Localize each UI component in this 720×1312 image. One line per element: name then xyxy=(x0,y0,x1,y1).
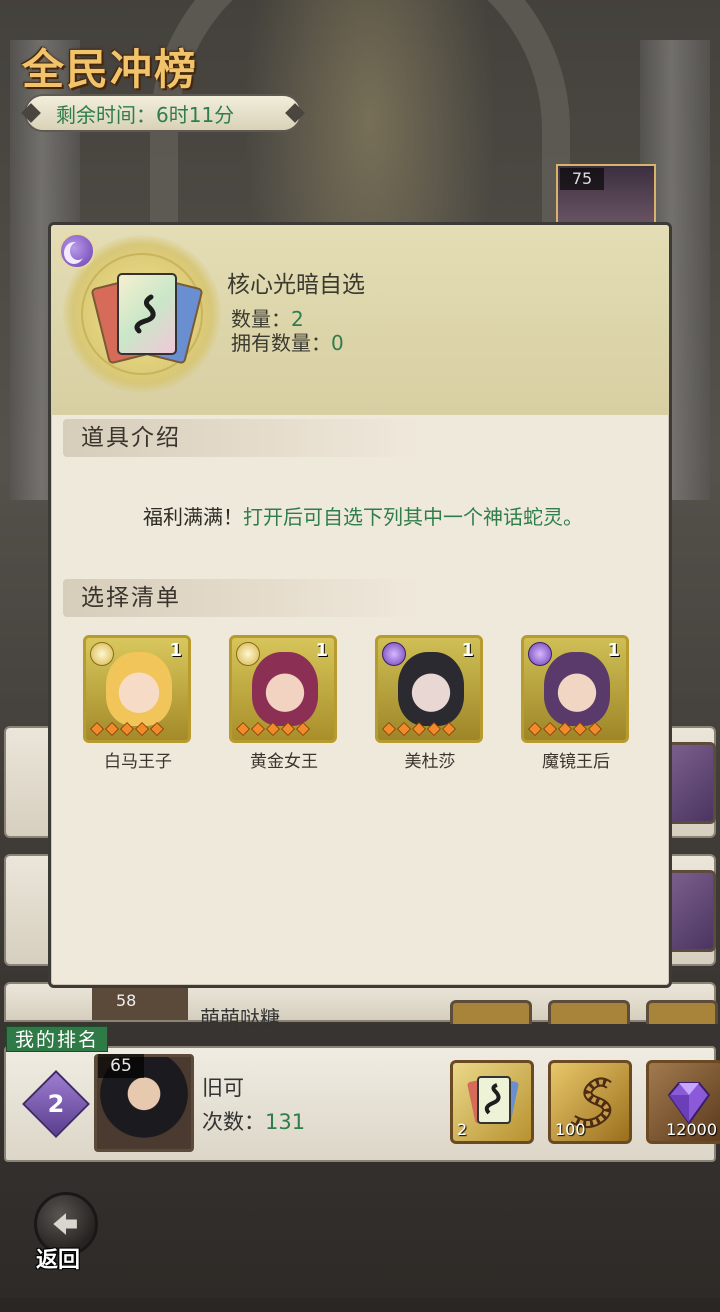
dark-element-icon xyxy=(382,642,406,666)
row-reward-tile xyxy=(548,1000,630,1024)
event-title: 全民冲榜 xyxy=(22,45,199,94)
dark-element-icon xyxy=(528,642,552,666)
choice-count: 1 xyxy=(315,640,328,661)
reward-amount: 100 xyxy=(555,1120,586,1139)
my-rank-row: 2 65 旧可 次数：131 2 100 12000 xyxy=(4,1046,720,1162)
event-timer: 剩余时间： 6时11分 xyxy=(21,94,305,132)
star-rating xyxy=(90,722,164,736)
owned-value: 0 xyxy=(331,331,344,355)
item-description: 福利满满！打开后可自选下列其中一个神话蛇灵。 xyxy=(51,501,669,530)
bottom-bar xyxy=(0,1298,720,1312)
choice-card[interactable]: 1 美杜莎 xyxy=(375,635,485,775)
my-rank-label: 我的排名 xyxy=(6,1026,109,1052)
section-item-intro: 道具介绍 xyxy=(63,419,423,457)
hero-portrait: 1 xyxy=(375,635,483,743)
hero-face xyxy=(544,652,610,726)
item-detail-popup[interactable]: 核心光暗自选 数量：2 拥有数量：0 道具介绍 福利满满！打开后可自选下列其中一… xyxy=(48,222,672,988)
section-choice-list: 选择清单 xyxy=(63,579,423,617)
rank-number: 2 xyxy=(47,1090,65,1118)
description-highlight: 打开后可自选下列其中一个神话蛇灵。 xyxy=(243,505,583,529)
choice-card[interactable]: 1 黄金女王 xyxy=(229,635,339,775)
choice-card[interactable]: 1 白马王子 xyxy=(83,635,193,775)
light-element-icon xyxy=(90,642,114,666)
hero-name: 魔镜王后 xyxy=(542,752,610,772)
choice-count: 1 xyxy=(169,640,182,661)
popup-header: 核心光暗自选 数量：2 拥有数量：0 xyxy=(51,225,669,415)
hero-face xyxy=(398,652,464,726)
reward-amount: 2 xyxy=(457,1120,468,1139)
snake-icon xyxy=(134,294,156,334)
hero-face xyxy=(252,652,318,726)
star-rating xyxy=(528,722,602,736)
player-level: 58 xyxy=(92,988,188,1020)
star-rating xyxy=(236,722,310,736)
hero-portrait: 1 xyxy=(521,635,629,743)
reward-snake-card[interactable]: 2 xyxy=(450,1060,534,1144)
reward-snake-coil[interactable]: 100 xyxy=(548,1060,632,1144)
count-label: 次数： xyxy=(202,1110,265,1134)
owned-label: 拥有数量： xyxy=(231,331,331,355)
hero-face xyxy=(106,652,172,726)
my-count: 次数：131 xyxy=(202,1106,305,1136)
hero-name: 美杜莎 xyxy=(404,752,456,772)
reward-diamond[interactable]: 12000 xyxy=(646,1060,720,1144)
reward-amount: 12000 xyxy=(666,1120,717,1139)
choice-card[interactable]: 1 魔镜王后 xyxy=(521,635,631,775)
my-player-name: 旧可 xyxy=(202,1076,244,1100)
hero-name: 白马王子 xyxy=(104,752,172,772)
featured-player-level: 75 xyxy=(560,168,604,190)
timer-value: 6时11分 xyxy=(156,102,235,127)
light-element-icon xyxy=(236,642,260,666)
snake-card-icon xyxy=(467,1076,519,1124)
choice-count: 1 xyxy=(461,640,474,661)
item-name: 核心光暗自选 xyxy=(227,272,365,298)
star-rating xyxy=(382,722,456,736)
row-reward-tile xyxy=(646,1000,718,1024)
ranking-row[interactable]: 58 萌萌哒糖 xyxy=(4,982,718,1030)
choice-count: 1 xyxy=(607,640,620,661)
back-label: 返回 xyxy=(36,1248,81,1273)
hero-portrait: 1 xyxy=(229,635,337,743)
description-prefix: 福利满满！ xyxy=(143,505,243,529)
player-name: 萌萌哒糖 xyxy=(200,1006,280,1030)
my-level: 65 xyxy=(98,1054,144,1078)
dark-moon-icon xyxy=(59,233,95,269)
hero-portrait: 1 xyxy=(83,635,191,743)
back-button[interactable]: 返回 xyxy=(32,1192,102,1273)
hero-name: 黄金女王 xyxy=(250,752,318,772)
timer-label: 剩余时间： xyxy=(56,102,156,127)
count-value: 131 xyxy=(265,1110,306,1134)
row-reward-tile xyxy=(450,1000,532,1024)
item-owned: 拥有数量：0 xyxy=(231,327,344,356)
